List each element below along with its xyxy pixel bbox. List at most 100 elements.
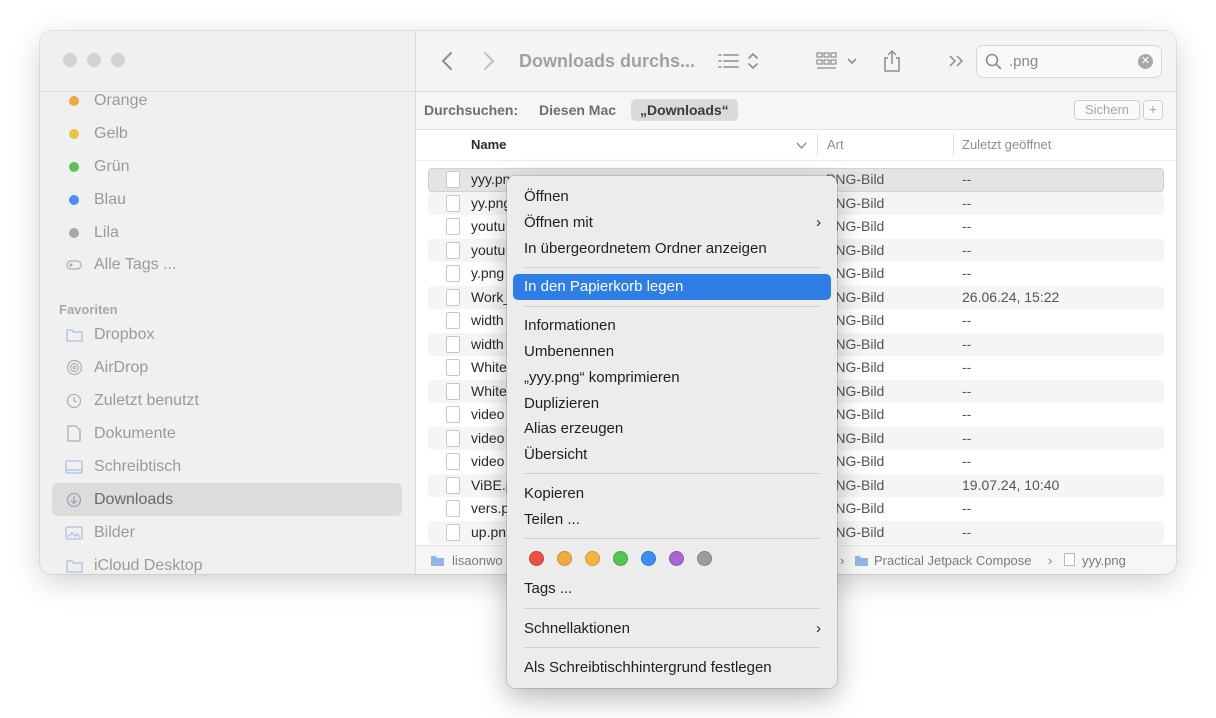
list-view-icon xyxy=(718,52,758,70)
sidebar-item-downloads[interactable]: Downloads xyxy=(52,483,402,516)
save-search-button[interactable]: Sichern xyxy=(1074,100,1140,120)
tag-color-icon xyxy=(60,128,88,139)
path-item-user[interactable]: lisaonwo xyxy=(452,553,503,568)
tag-color-button[interactable] xyxy=(641,551,656,566)
clear-search-icon[interactable]: ✕ xyxy=(1138,54,1153,69)
file-name: video xyxy=(471,429,505,446)
sidebar-item-icloud-desktop[interactable]: iCloud Desktop xyxy=(52,549,402,574)
path-item-folder[interactable]: Practical Jetpack Compose xyxy=(874,553,1032,568)
sidebar-item-all-tags[interactable]: Alle Tags ... xyxy=(52,248,402,281)
share-icon xyxy=(884,49,900,72)
image-file-icon xyxy=(446,476,460,494)
sidebar-item-schreibtisch[interactable]: Schreibtisch xyxy=(52,450,402,483)
share-button[interactable] xyxy=(882,31,902,91)
menu-item-label: Schnellaktionen xyxy=(524,620,630,637)
folder-icon xyxy=(60,328,88,342)
menu-item-rename[interactable]: Umbenennen xyxy=(513,339,831,365)
sidebar-item-label: iCloud Desktop xyxy=(94,556,203,574)
file-last-opened: -- xyxy=(962,359,972,375)
menu-item-compress[interactable]: „yyy.png“ komprimieren xyxy=(513,365,831,391)
sidebar-item-tag[interactable]: Lila xyxy=(52,216,402,249)
add-criteria-button[interactable]: + xyxy=(1143,100,1163,120)
group-button[interactable] xyxy=(816,31,860,91)
tag-color-button[interactable] xyxy=(697,551,712,566)
menu-item-move-to-trash[interactable]: In den Papierkorb legen xyxy=(513,274,831,300)
menu-item-quicklook[interactable]: Übersicht xyxy=(513,442,831,468)
menu-separator xyxy=(524,267,820,268)
tag-color-button[interactable] xyxy=(669,551,684,566)
chevron-down-icon xyxy=(796,142,807,150)
file-last-opened: -- xyxy=(962,406,972,422)
zoom-window-button[interactable] xyxy=(111,53,125,67)
sidebar-item-dropbox[interactable]: Dropbox xyxy=(52,318,402,351)
sidebar-item-zuletzt-benutzt[interactable]: Zuletzt benutzt xyxy=(52,384,402,417)
menu-item-make-alias[interactable]: Alias erzeugen xyxy=(513,416,831,442)
menu-item-share[interactable]: Teilen ... xyxy=(513,507,831,533)
tag-color-button[interactable] xyxy=(529,551,544,566)
column-kind[interactable]: Art xyxy=(827,137,844,152)
file-name: up.pn xyxy=(471,523,507,540)
menu-item-copy[interactable]: Kopieren xyxy=(513,481,831,507)
scope-this-mac[interactable]: Diesen Mac xyxy=(539,102,616,118)
menu-separator xyxy=(524,538,820,539)
sidebar-item-label: AirDrop xyxy=(94,358,149,376)
file-name: Work_ xyxy=(471,288,512,305)
image-file-icon xyxy=(446,429,460,447)
sidebar-item-label: Grün xyxy=(94,157,130,175)
path-item-file[interactable]: yyy.png xyxy=(1082,553,1126,568)
file-name: White xyxy=(471,382,507,399)
forward-button[interactable] xyxy=(482,31,496,91)
close-window-button[interactable] xyxy=(63,53,77,67)
photo-icon xyxy=(60,525,88,540)
back-button[interactable] xyxy=(440,31,454,91)
menu-separator xyxy=(524,306,820,307)
column-name[interactable]: Name xyxy=(471,137,506,152)
minimize-window-button[interactable] xyxy=(87,53,101,67)
sidebar-item-tag[interactable]: Grün xyxy=(52,150,402,183)
tag-color-button[interactable] xyxy=(585,551,600,566)
search-input[interactable]: .png xyxy=(1009,53,1038,70)
sidebar-item-dokumente[interactable]: Dokumente xyxy=(52,417,402,450)
more-toolbar-button[interactable] xyxy=(948,31,966,91)
file-name: width xyxy=(471,312,504,328)
download-icon xyxy=(60,492,88,508)
menu-item-open[interactable]: Öffnen xyxy=(513,184,831,210)
menu-item-duplicate[interactable]: Duplizieren xyxy=(513,391,831,417)
tag-color-button[interactable] xyxy=(557,551,572,566)
sidebar-item-tag[interactable]: Orange xyxy=(52,84,402,117)
column-last-opened[interactable]: Zuletzt geöffnet xyxy=(962,137,1051,152)
folder-icon xyxy=(60,559,88,573)
tag-color-dot xyxy=(69,128,79,139)
sidebar-item-label: Orange xyxy=(94,91,148,109)
image-file-icon xyxy=(1064,553,1075,566)
menu-item-quick-actions[interactable]: Schnellaktionen › xyxy=(513,616,831,642)
menu-item-open-with[interactable]: Öffnen mit › xyxy=(513,210,831,236)
menu-item-tags[interactable]: Tags ... xyxy=(513,576,831,602)
file-name: yy.png xyxy=(471,194,512,211)
scope-downloads[interactable]: „Downloads“ xyxy=(631,99,738,121)
sidebar-item-label: Downloads xyxy=(94,490,174,508)
image-file-icon xyxy=(446,171,460,188)
image-file-icon xyxy=(446,265,460,282)
chevron-right-icon: › xyxy=(816,620,821,637)
image-file-icon xyxy=(446,312,460,329)
menu-item-show-in-parent[interactable]: In übergeordnetem Ordner anzeigen xyxy=(513,236,831,262)
file-name: White xyxy=(471,359,507,375)
sidebar-item-label: Zuletzt benutzt xyxy=(94,391,199,409)
sidebar-item-bilder[interactable]: Bilder xyxy=(52,516,402,549)
list-view-button[interactable] xyxy=(718,31,760,91)
grid-group-icon xyxy=(816,52,857,69)
file-name: video xyxy=(471,453,505,469)
sidebar-item-airdrop[interactable]: AirDrop xyxy=(52,351,402,384)
file-name: video xyxy=(471,406,505,422)
file-name: width xyxy=(471,335,504,352)
sidebar-item-tag[interactable]: Gelb xyxy=(52,117,402,150)
tag-icon xyxy=(60,259,88,270)
menu-item-info[interactable]: Informationen xyxy=(513,313,831,339)
search-field[interactable]: .png ✕ xyxy=(976,45,1162,78)
file-name: y.png xyxy=(471,265,505,281)
search-scope-bar: Durchsuchen: Diesen Mac „Downloads“ Sich… xyxy=(416,92,1176,130)
menu-item-set-desktop-picture[interactable]: Als Schreibtischhintergrund festlegen xyxy=(513,655,831,681)
tag-color-button[interactable] xyxy=(613,551,628,566)
sidebar-item-tag[interactable]: Blau xyxy=(52,183,402,216)
